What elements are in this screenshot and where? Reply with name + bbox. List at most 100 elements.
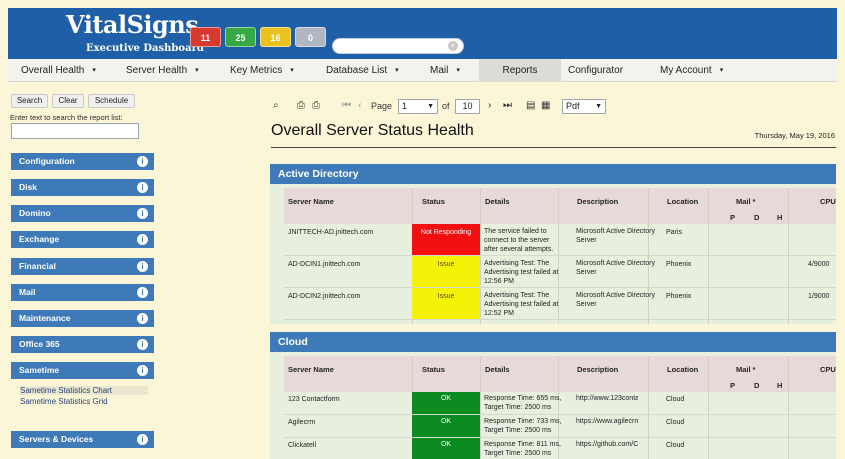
col-mail-h: H	[777, 381, 783, 390]
cell-details: The service failed to connect to the ser…	[484, 228, 554, 253]
menu-configurator[interactable]: Configurator	[568, 59, 623, 82]
clear-search-icon[interactable]: ×	[448, 41, 458, 51]
category-exchange[interactable]: Exchange i	[11, 231, 154, 248]
report-link-sametime-grid[interactable]: Sametime Statistics Grid	[20, 397, 108, 406]
section-header: Cloud	[270, 332, 836, 352]
export-alt-icon[interactable]: ▦	[541, 100, 550, 112]
menu-database-list[interactable]: Database List ▾	[326, 59, 399, 82]
chevron-down-icon: ▼	[427, 103, 434, 110]
category-servers-devices[interactable]: Servers & Devices i	[11, 431, 154, 448]
table-row[interactable]: Agilecrm OK Response Time: 733 ms, Targe…	[284, 415, 836, 438]
next-page-icon[interactable]: ›	[488, 100, 491, 112]
cell-location: Phoenix	[666, 261, 692, 268]
col-mail-d: D	[754, 213, 760, 222]
info-icon[interactable]: i	[137, 313, 148, 324]
info-icon[interactable]: i	[137, 261, 148, 272]
schedule-button[interactable]: Schedule	[88, 94, 135, 108]
category-office-365[interactable]: Office 365 i	[11, 336, 154, 353]
menu-my-account[interactable]: My Account ▾	[660, 59, 723, 82]
cell-details: Response Time: 733 ms, Target Time: 2500…	[484, 418, 562, 434]
export-icon[interactable]: ▤	[526, 100, 535, 112]
info-icon[interactable]: i	[137, 434, 148, 445]
info-icon[interactable]: i	[137, 156, 148, 167]
menu-key-metrics[interactable]: Key Metrics ▾	[230, 59, 294, 82]
total-pages-field: 10	[455, 99, 480, 114]
page-select-value: 1	[402, 101, 408, 111]
table-row[interactable]: JNITTECH-AD.jnittech.com Not Responding …	[284, 224, 836, 256]
cell-cpu: 1/9000	[808, 293, 830, 300]
table-row[interactable]: AD-DCIN1.jnittech.com Issue Advertising …	[284, 256, 836, 288]
menu-label: Overall Health	[21, 65, 85, 76]
category-domino[interactable]: Domino i	[11, 205, 154, 222]
info-icon[interactable]: i	[137, 234, 148, 245]
menu-label: Mail	[430, 65, 449, 76]
info-icon[interactable]: i	[137, 208, 148, 219]
cell-location: Cloud	[666, 396, 685, 403]
title-divider	[271, 147, 836, 148]
menu-mail[interactable]: Mail ▾	[430, 59, 460, 82]
find-icon[interactable]: ⌕	[273, 100, 279, 112]
col-description: Description	[577, 197, 619, 206]
category-label: Financial	[19, 261, 56, 271]
section-active-directory: Active Directory Server Name Status Deta…	[270, 164, 836, 324]
category-disk[interactable]: Disk i	[11, 179, 154, 196]
first-page-icon[interactable]: ⏮	[342, 100, 351, 112]
table-row[interactable]: Clickatell OK Response Time: 811 ms, Tar…	[284, 438, 836, 459]
category-configuration[interactable]: Configuration i	[11, 153, 154, 170]
issue-count-badge[interactable]: 16	[260, 27, 291, 47]
cell-details: Response Time: 811 ms, Target Time: 2500…	[484, 441, 561, 457]
menu-overall-health[interactable]: Overall Health ▾	[21, 59, 96, 82]
status-badge: OK	[412, 438, 480, 459]
page-select[interactable]: 1 ▼	[398, 99, 438, 114]
cell-location: Cloud	[666, 419, 685, 426]
brand-logo: VitalSigns	[66, 10, 199, 39]
col-status: Status	[422, 365, 445, 374]
col-status: Status	[422, 197, 445, 206]
search-button[interactable]: Search	[11, 94, 48, 108]
critical-count-badge[interactable]: 11	[190, 27, 221, 47]
ok-count-badge[interactable]: 25	[225, 27, 256, 47]
print-page-icon[interactable]: ⎙	[312, 100, 320, 112]
category-label: Mail	[19, 287, 36, 297]
menu-label: Database List	[326, 65, 388, 76]
cell-description: Microsoft Active Directory Server	[576, 228, 655, 244]
export-format-select[interactable]: Pdf ▼	[562, 99, 606, 114]
cell-description: Microsoft Active Directory Server	[576, 292, 655, 308]
report-search-hint: Enter text to search the report list:	[10, 113, 123, 122]
chevron-down-icon: ▼	[595, 103, 602, 110]
report-date: Thursday, May 19, 2016	[754, 131, 835, 140]
menu-server-health[interactable]: Server Health ▾	[126, 59, 199, 82]
info-icon[interactable]: i	[137, 339, 148, 350]
menu-reports[interactable]: Reports	[479, 59, 561, 82]
category-financial[interactable]: Financial i	[11, 258, 154, 275]
category-sametime[interactable]: Sametime i	[11, 362, 154, 379]
previous-page-icon[interactable]: ‹	[358, 100, 361, 112]
info-icon[interactable]: i	[137, 182, 148, 193]
col-mail-p: P	[730, 381, 736, 390]
table-header: Server Name Status Details Description L…	[284, 356, 836, 392]
table-row[interactable]: 123 Contactform OK Response Time: 655 ms…	[284, 392, 836, 415]
report-title: Overall Server Status Health	[271, 122, 474, 139]
report-search-input[interactable]	[11, 123, 139, 139]
category-label: Disk	[19, 182, 37, 192]
print-icon[interactable]: ⎙	[297, 100, 305, 112]
info-icon[interactable]: i	[137, 287, 148, 298]
category-maintenance[interactable]: Maintenance i	[11, 310, 154, 327]
report-link-sametime-chart[interactable]: Sametime Statistics Chart	[20, 386, 148, 395]
col-mail: Mail *	[736, 365, 756, 374]
category-mail[interactable]: Mail i	[11, 284, 154, 301]
chevron-down-icon: ▾	[395, 67, 399, 74]
last-page-icon[interactable]: ⏭	[503, 100, 512, 112]
status-badge: Issue	[412, 256, 480, 287]
info-icon[interactable]: i	[137, 365, 148, 376]
col-mail-p: P	[730, 213, 736, 222]
maintenance-count-badge[interactable]: 0	[295, 27, 326, 47]
header-search-input[interactable]: ×	[332, 38, 464, 54]
menu-label: My Account	[660, 65, 712, 76]
clear-button[interactable]: Clear	[52, 94, 84, 108]
table-row[interactable]: AD-DCIN2.jnittech.com Issue Advertising …	[284, 288, 836, 320]
col-mail: Mail *	[736, 197, 756, 206]
status-badge: Issue	[412, 288, 480, 319]
section-header: Active Directory	[270, 164, 836, 184]
chevron-down-icon: ▾	[290, 67, 294, 74]
